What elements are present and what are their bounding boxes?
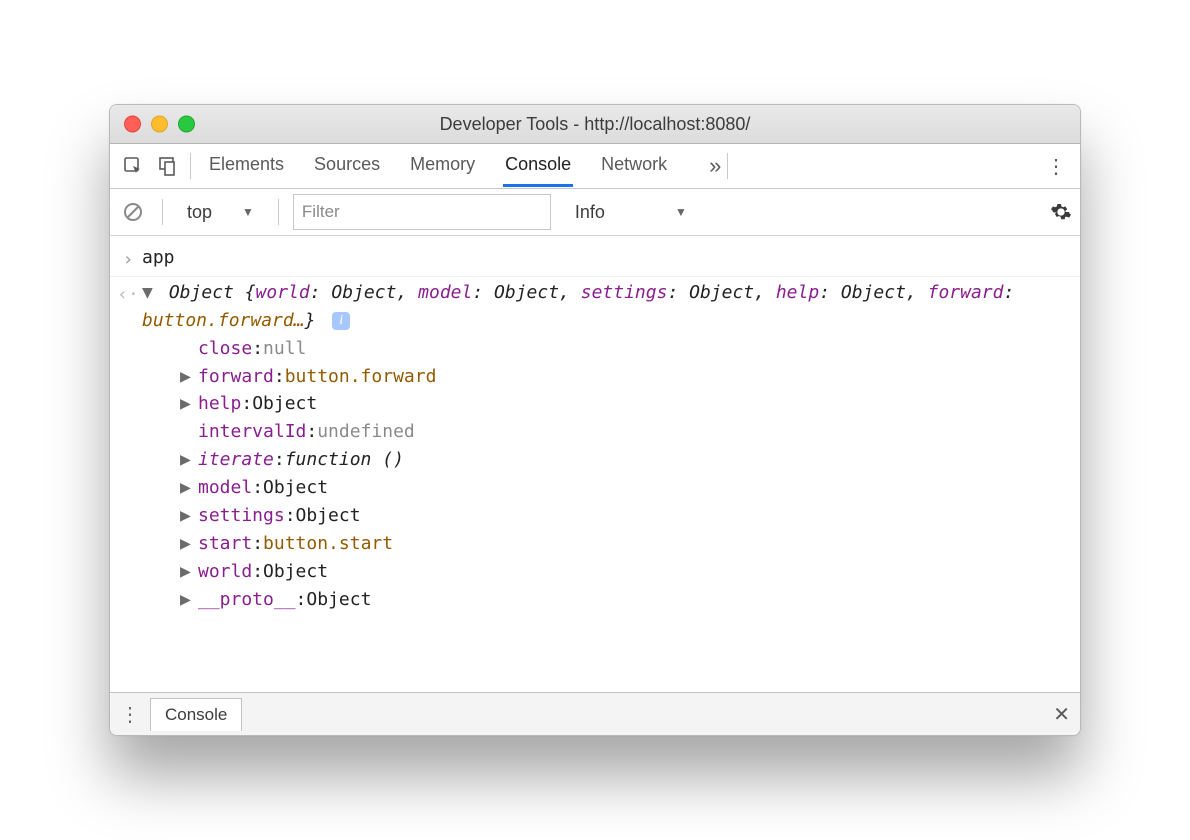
drawer-menu-icon[interactable]: ⋮	[120, 702, 144, 727]
separator	[727, 153, 728, 179]
expand-toggle-icon[interactable]: ▶	[180, 558, 196, 586]
log-level-selector[interactable]: Info ▼	[565, 197, 697, 227]
object-property[interactable]: ▶help: Object	[180, 390, 1072, 418]
tab-elements[interactable]: Elements	[207, 145, 286, 187]
property-value: null	[263, 335, 306, 363]
object-property[interactable]: ▶model: Object	[180, 474, 1072, 502]
chevron-down-icon: ▼	[242, 205, 254, 219]
tab-console[interactable]: Console	[503, 145, 573, 187]
property-value: button.forward	[285, 363, 437, 391]
property-value: Object	[306, 586, 371, 614]
property-value: undefined	[317, 418, 415, 446]
devtools-menu-icon[interactable]: ⋮	[1038, 154, 1074, 179]
object-property[interactable]: ▶forward: button.forward	[180, 363, 1072, 391]
prompt-icon: ›	[114, 244, 142, 274]
property-key: settings	[198, 502, 285, 530]
console-result[interactable]: ▼ Object {world: Object, model: Object, …	[142, 279, 1072, 614]
object-properties: close: null▶forward: button.forward▶help…	[180, 335, 1072, 614]
drawer: ⋮ Console ✕	[110, 692, 1080, 735]
clear-console-icon[interactable]	[118, 201, 148, 223]
property-key: model	[198, 474, 252, 502]
context-selector[interactable]: top ▼	[177, 197, 264, 227]
drawer-tab-console[interactable]: Console	[150, 698, 242, 731]
property-key: intervalId	[198, 418, 306, 446]
separator	[190, 153, 191, 179]
property-key: __proto__	[198, 586, 296, 614]
expand-toggle-icon[interactable]: ▶	[180, 530, 196, 558]
property-key: world	[198, 558, 252, 586]
object-property[interactable]: close: null	[180, 335, 1072, 363]
drawer-close-icon[interactable]: ✕	[1053, 702, 1070, 727]
window-zoom-button[interactable]	[178, 116, 195, 133]
chevron-down-icon: ▼	[675, 205, 687, 219]
property-key: help	[198, 390, 241, 418]
property-value: Object	[263, 558, 328, 586]
filter-input[interactable]	[293, 194, 551, 230]
console-output: › app ‹· ▼ Object {world: Object, model:…	[110, 236, 1080, 702]
property-key: close	[198, 335, 252, 363]
context-label: top	[187, 202, 212, 223]
object-property[interactable]: ▶settings: Object	[180, 502, 1072, 530]
object-summary: Object {world: Object, model: Object, se…	[142, 282, 1014, 331]
object-property[interactable]: ▶start: button.start	[180, 530, 1072, 558]
console-input-text: app	[142, 244, 1072, 272]
console-result-row: ‹· ▼ Object {world: Object, model: Objec…	[110, 277, 1080, 616]
expand-toggle-icon[interactable]: ▶	[180, 502, 196, 530]
tab-sources[interactable]: Sources	[312, 145, 382, 187]
separator	[162, 199, 163, 225]
tab-memory[interactable]: Memory	[408, 145, 477, 187]
tab-network[interactable]: Network	[599, 145, 669, 187]
result-icon: ‹·	[114, 279, 142, 309]
console-input-row: › app	[110, 242, 1080, 277]
titlebar: Developer Tools - http://localhost:8080/	[110, 105, 1080, 144]
window-minimize-button[interactable]	[151, 116, 168, 133]
panel-tabbar: Elements Sources Memory Console Network …	[110, 144, 1080, 189]
expand-toggle-icon[interactable]: ▶	[180, 474, 196, 502]
property-key: forward	[198, 363, 274, 391]
property-key: iterate	[198, 446, 274, 474]
expand-toggle-icon[interactable]: ▶	[180, 586, 196, 614]
property-value: Object	[252, 390, 317, 418]
window-title: Developer Tools - http://localhost:8080/	[440, 114, 751, 135]
window-close-button[interactable]	[124, 116, 141, 133]
property-value: button.start	[263, 530, 393, 558]
panel-tabs: Elements Sources Memory Console Network …	[207, 145, 721, 187]
expand-toggle-icon[interactable]: ▶	[180, 446, 196, 474]
property-value: Object	[296, 502, 361, 530]
separator	[278, 199, 279, 225]
expand-toggle-icon[interactable]: ▶	[180, 390, 196, 418]
console-settings-icon[interactable]	[1050, 201, 1072, 223]
object-property[interactable]: ▶world: Object	[180, 558, 1072, 586]
object-property[interactable]: ▶iterate: function ()	[180, 446, 1072, 474]
property-key: start	[198, 530, 252, 558]
object-property[interactable]: ▶__proto__: Object	[180, 586, 1072, 614]
expand-toggle-icon[interactable]: ▶	[180, 363, 196, 391]
object-property[interactable]: intervalId: undefined	[180, 418, 1072, 446]
console-toolbar: top ▼ Info ▼	[110, 189, 1080, 236]
inspect-element-icon[interactable]	[116, 152, 150, 180]
expand-toggle-icon[interactable]: ▼	[142, 279, 158, 307]
traffic-lights	[124, 116, 195, 133]
log-level-label: Info	[575, 202, 605, 223]
property-value: Object	[263, 474, 328, 502]
property-value: function ()	[285, 446, 404, 474]
info-badge-icon[interactable]: i	[332, 312, 350, 330]
tabs-overflow-icon[interactable]: »	[709, 153, 721, 179]
device-toolbar-icon[interactable]	[150, 152, 184, 180]
devtools-window: Developer Tools - http://localhost:8080/…	[109, 104, 1081, 736]
